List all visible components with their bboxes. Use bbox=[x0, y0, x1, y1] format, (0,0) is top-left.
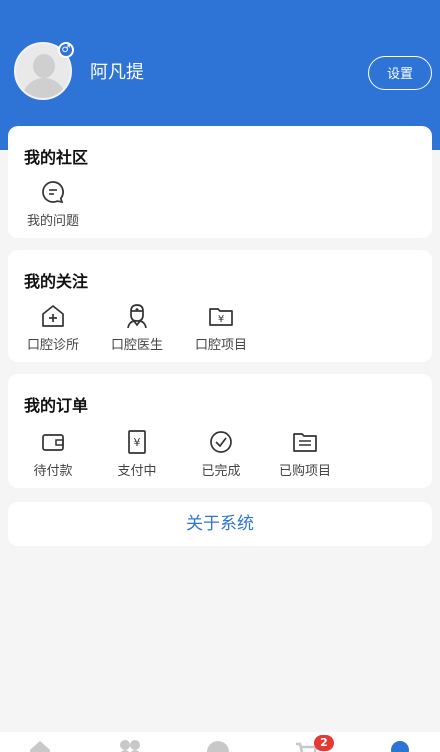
follow-title: 我的关注 bbox=[24, 272, 89, 291]
profile-tab-icon[interactable] bbox=[388, 738, 412, 752]
orders-title: 我的订单 bbox=[24, 396, 89, 415]
svg-text:¥: ¥ bbox=[134, 436, 141, 449]
avatar-body bbox=[22, 78, 66, 98]
pending-payment-label: 待付款 bbox=[33, 464, 73, 479]
paying-label: 支付中 bbox=[117, 464, 157, 479]
chat-bubble-icon bbox=[42, 181, 64, 204]
username: 阿凡提 bbox=[90, 62, 144, 83]
doctor-icon bbox=[127, 304, 147, 329]
message-tab-icon[interactable] bbox=[206, 738, 230, 752]
follow-card: 我的关注 口腔诊所 口腔医生 ¥ 口腔项目 bbox=[8, 250, 432, 362]
completed-item[interactable]: 已完成 bbox=[186, 428, 256, 479]
dental-doctor-label: 口腔医生 bbox=[110, 338, 163, 353]
avatar-head bbox=[33, 54, 55, 78]
community-card: 我的社区 我的问题 bbox=[8, 126, 432, 238]
paying-item[interactable]: ¥ 支付中 bbox=[102, 428, 172, 479]
clinic-icon bbox=[42, 305, 64, 327]
my-questions-item[interactable]: 我的问题 bbox=[18, 178, 88, 229]
settings-button[interactable]: 设置 bbox=[368, 56, 432, 90]
project-folder-icon: ¥ bbox=[209, 308, 233, 326]
paying-icon: ¥ bbox=[128, 430, 146, 454]
orders-card: 我的订单 待付款 ¥ 支付中 已完成 已购项目 bbox=[8, 374, 432, 488]
dental-project-item[interactable]: ¥ 口腔项目 bbox=[186, 302, 256, 353]
check-circle-icon bbox=[210, 431, 232, 453]
about-system-button[interactable]: 关于系统 bbox=[8, 502, 432, 546]
pending-payment-item[interactable]: 待付款 bbox=[18, 428, 88, 479]
dental-doctor-item[interactable]: 口腔医生 bbox=[102, 302, 172, 353]
wallet-icon bbox=[42, 434, 64, 451]
purchased-projects-item[interactable]: 已购项目 bbox=[270, 428, 340, 479]
home-tab-icon[interactable] bbox=[28, 738, 52, 752]
dental-clinic-label: 口腔诊所 bbox=[26, 338, 79, 353]
cart-badge: 2 bbox=[314, 735, 334, 751]
dental-clinic-item[interactable]: 口腔诊所 bbox=[18, 302, 88, 353]
gender-male-icon: ♂ bbox=[58, 42, 74, 58]
community-title: 我的社区 bbox=[24, 148, 89, 167]
purchased-projects-label: 已购项目 bbox=[278, 464, 331, 479]
svg-text:¥: ¥ bbox=[218, 314, 224, 325]
category-tab-icon[interactable] bbox=[118, 738, 142, 752]
completed-label: 已完成 bbox=[201, 464, 241, 479]
list-icon bbox=[293, 433, 317, 452]
bottom-tab-bar bbox=[0, 732, 440, 752]
my-questions-label: 我的问题 bbox=[26, 214, 79, 229]
dental-project-label: 口腔项目 bbox=[194, 338, 247, 353]
